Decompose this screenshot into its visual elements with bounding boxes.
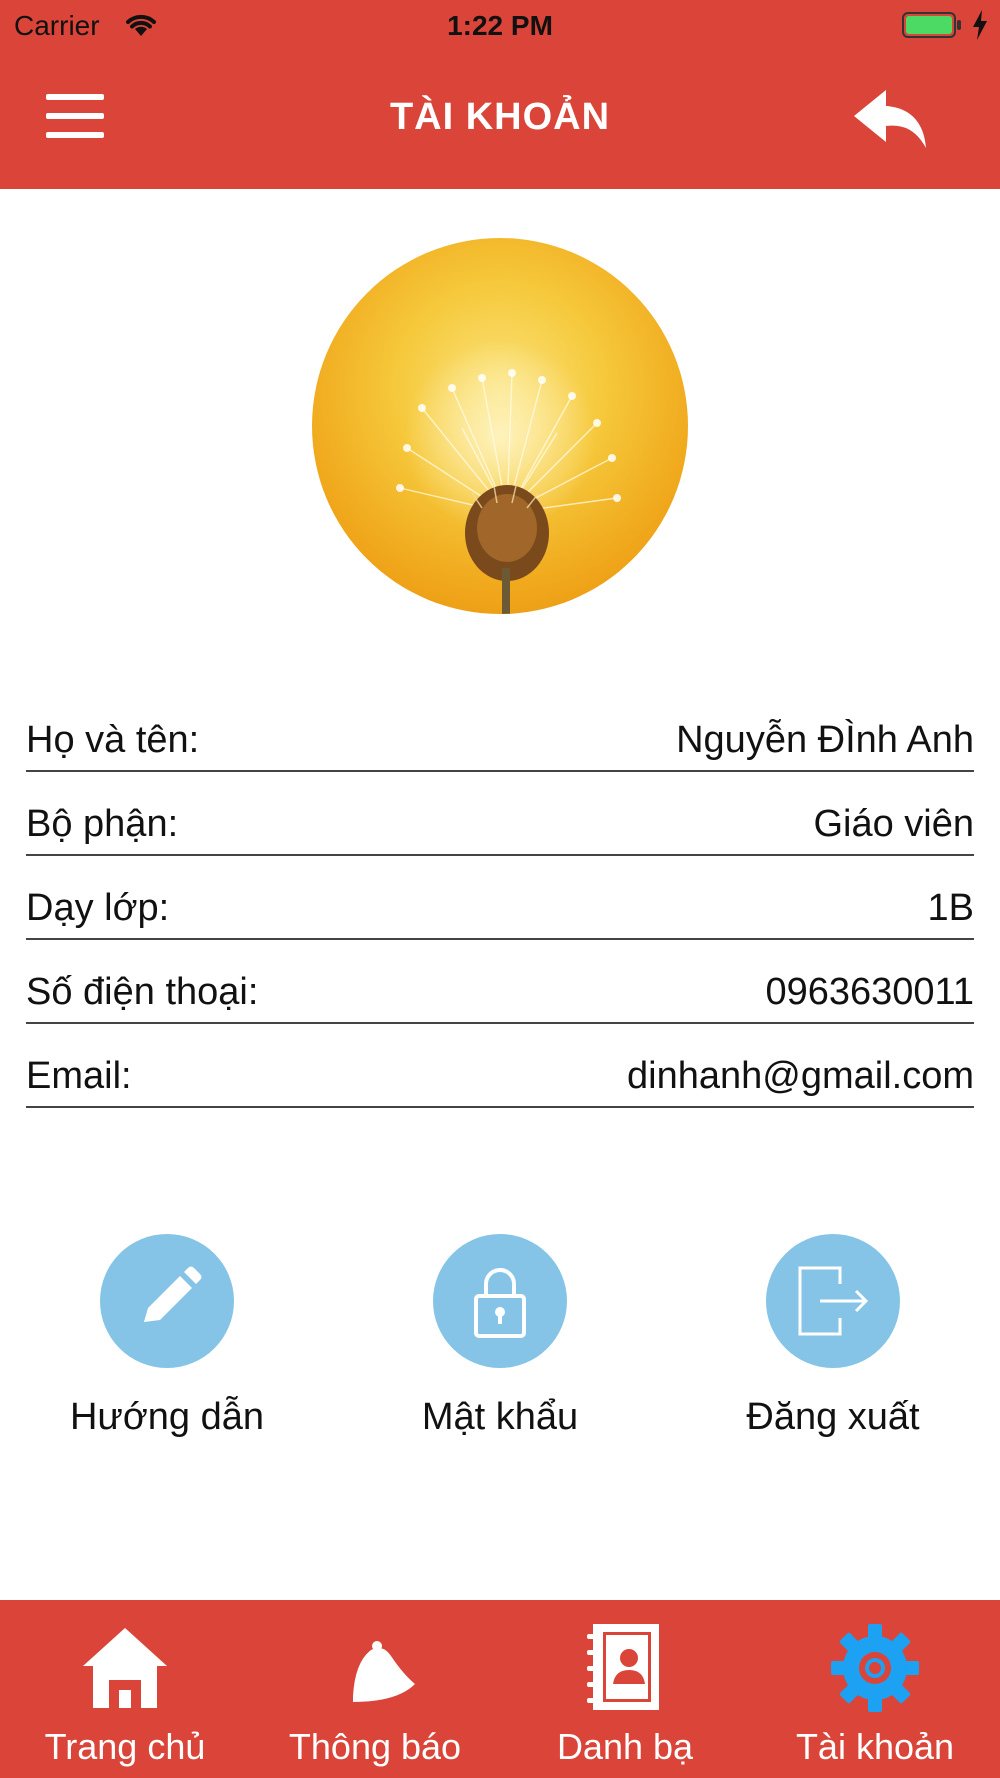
password-circle[interactable]	[433, 1234, 567, 1368]
tab-notifications-label: Thông báo	[288, 1726, 462, 1767]
info-row-class: Dạy lớp: 1B	[26, 856, 974, 940]
profile-info: Họ và tên: Nguyễn ĐÌnh Anh Bộ phận: Giáo…	[26, 688, 974, 1108]
charging-bolt-icon	[973, 10, 987, 40]
contacts-book-icon	[587, 1624, 659, 1710]
password-label: Mật khẩu	[421, 1396, 579, 1438]
tab-home-label: Trang chủ	[44, 1726, 206, 1767]
tab-contacts-label: Danh bạ	[556, 1726, 694, 1767]
guide-button[interactable]: Hướng dẫn	[17, 1234, 317, 1439]
top-bar: Carrier 1:22 PM TÀI KHOẢN	[0, 0, 1000, 189]
logout-button[interactable]: Đăng xuất	[683, 1234, 983, 1439]
page-title: TÀI KHOẢN	[389, 96, 611, 138]
info-label: Số điện thoại:	[26, 971, 259, 1013]
battery-icon	[902, 12, 961, 38]
tab-account-label: Tài khoản	[795, 1726, 955, 1767]
home-icon	[83, 1628, 167, 1708]
info-row-name: Họ và tên: Nguyễn ĐÌnh Anh	[26, 688, 974, 772]
gear-icon	[831, 1624, 919, 1712]
guide-label: Hướng dẫn	[69, 1396, 265, 1438]
info-row-phone: Số điện thoại: 0963630011	[26, 940, 974, 1024]
info-value: 0963630011	[765, 971, 974, 1013]
guide-circle[interactable]	[100, 1234, 234, 1368]
info-value: 1B	[927, 887, 974, 929]
reply-arrow-icon[interactable]	[852, 88, 928, 150]
tab-contacts[interactable]: Danh bạ	[500, 1600, 750, 1778]
tab-home[interactable]: Trang chủ	[0, 1600, 250, 1778]
pencil-icon	[144, 1266, 202, 1322]
info-label: Họ và tên:	[26, 719, 200, 761]
tab-notifications[interactable]: Thông báo	[250, 1600, 500, 1778]
lock-icon	[474, 1268, 526, 1338]
info-row-department: Bộ phận: Giáo viên	[26, 772, 974, 856]
info-label: Bộ phận:	[26, 803, 179, 845]
info-value: dinhanh@gmail.com	[627, 1055, 974, 1097]
logout-label: Đăng xuất	[746, 1396, 920, 1438]
dandelion-avatar-image	[380, 328, 621, 614]
logout-icon	[798, 1266, 869, 1336]
avatar[interactable]	[312, 238, 688, 614]
bottom-tab-bar: Trang chủ Thông báo Danh bạ Tài khoản	[0, 1600, 1000, 1778]
clock: 1:22 PM	[447, 10, 553, 41]
info-label: Dạy lớp:	[26, 887, 170, 929]
bell-icon	[353, 1641, 415, 1702]
info-row-email: Email: dinhanh@gmail.com	[26, 1024, 974, 1108]
info-value: Nguyễn ĐÌnh Anh	[676, 719, 974, 761]
info-label: Email:	[26, 1055, 132, 1097]
tab-account[interactable]: Tài khoản	[750, 1600, 1000, 1778]
status-bar: Carrier 1:22 PM	[0, 0, 1000, 50]
info-value: Giáo viên	[813, 803, 974, 845]
logout-circle[interactable]	[766, 1234, 900, 1368]
nav-header: TÀI KHOẢN	[0, 60, 1000, 180]
password-button[interactable]: Mật khẩu	[350, 1234, 650, 1439]
